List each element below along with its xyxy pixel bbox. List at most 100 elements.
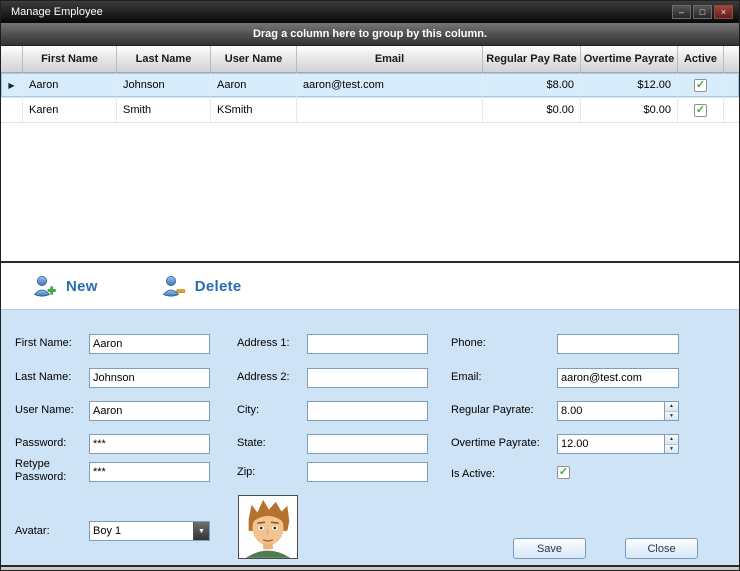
cell-first-name[interactable]: Karen bbox=[23, 98, 117, 122]
last-name-field[interactable] bbox=[89, 368, 210, 388]
cell-email[interactable] bbox=[297, 98, 483, 122]
new-button-label: New bbox=[66, 278, 98, 295]
regular-payrate-label: Regular Payrate: bbox=[451, 404, 534, 416]
new-employee-icon bbox=[31, 274, 57, 298]
cell-last-name[interactable]: Johnson bbox=[117, 73, 211, 97]
column-header-email[interactable]: Email bbox=[297, 46, 483, 72]
address2-label: Address 2: bbox=[237, 371, 290, 383]
spin-down-icon[interactable]: ▼ bbox=[665, 412, 678, 421]
spin-down-icon[interactable]: ▼ bbox=[665, 445, 678, 454]
state-field[interactable] bbox=[307, 434, 428, 454]
avatar-label: Avatar: bbox=[15, 525, 50, 537]
boy-avatar-illustration bbox=[239, 496, 297, 558]
overtime-payrate-field[interactable] bbox=[557, 434, 664, 454]
minimize-icon: – bbox=[679, 8, 684, 17]
avatar-dropdown[interactable]: Boy 1 ▼ bbox=[89, 521, 210, 541]
active-checkbox[interactable]: ✓ bbox=[694, 79, 707, 92]
row-filler bbox=[724, 73, 739, 97]
minimize-button[interactable]: – bbox=[672, 5, 691, 19]
cell-first-name[interactable]: Aaron bbox=[23, 73, 117, 97]
column-header-overtime-payrate[interactable]: Overtime Payrate bbox=[581, 46, 678, 72]
cell-user-name[interactable]: Aaron bbox=[211, 73, 297, 97]
column-header-active[interactable]: Active bbox=[678, 46, 724, 72]
window-bottom-edge bbox=[1, 567, 739, 570]
table-row-aaron[interactable]: ▶ Aaron Johnson Aaron aaron@test.com $8.… bbox=[1, 73, 739, 98]
password-field[interactable] bbox=[89, 434, 210, 454]
table-row-karen[interactable]: Karen Smith KSmith $0.00 $0.00 ✓ bbox=[1, 98, 739, 123]
check-icon: ✓ bbox=[559, 467, 568, 478]
overtime-payrate-stepper: ▲ ▼ bbox=[557, 434, 679, 454]
cell-last-name[interactable]: Smith bbox=[117, 98, 211, 122]
overtime-payrate-label: Overtime Payrate: bbox=[451, 437, 540, 449]
phone-label: Phone: bbox=[451, 337, 486, 349]
cell-regular-pay-rate[interactable]: $0.00 bbox=[483, 98, 581, 122]
row-filler bbox=[724, 98, 739, 122]
last-name-label: Last Name: bbox=[15, 371, 71, 383]
spin-up-icon[interactable]: ▲ bbox=[665, 402, 678, 412]
toolbar: New Delete bbox=[1, 263, 739, 309]
selected-row-arrow-icon: ▶ bbox=[8, 81, 14, 90]
city-field[interactable] bbox=[307, 401, 428, 421]
is-active-label: Is Active: bbox=[451, 468, 495, 480]
state-label: State: bbox=[237, 437, 266, 449]
first-name-label: First Name: bbox=[15, 337, 72, 349]
cell-user-name[interactable]: KSmith bbox=[211, 98, 297, 122]
manage-employee-window: Manage Employee – □ × Drag a column here… bbox=[0, 0, 740, 571]
group-by-bar[interactable]: Drag a column here to group by this colu… bbox=[1, 23, 739, 46]
retype-password-label: Retype Password: bbox=[15, 458, 70, 483]
close-button[interactable]: Close bbox=[625, 538, 698, 559]
column-header-regular-pay-rate[interactable]: Regular Pay Rate bbox=[483, 46, 581, 72]
phone-field[interactable] bbox=[557, 334, 679, 354]
city-label: City: bbox=[237, 404, 259, 416]
chevron-down-icon[interactable]: ▼ bbox=[193, 522, 209, 540]
password-label: Password: bbox=[15, 437, 66, 449]
is-active-checkbox[interactable]: ✓ bbox=[557, 466, 570, 479]
email-field[interactable] bbox=[557, 368, 679, 388]
check-icon: ✓ bbox=[696, 105, 705, 116]
column-header-filler bbox=[724, 46, 739, 72]
cell-email[interactable]: aaron@test.com bbox=[297, 73, 483, 97]
window-controls: – □ × bbox=[672, 5, 733, 19]
cell-active[interactable]: ✓ bbox=[678, 98, 724, 122]
maximize-icon: □ bbox=[700, 8, 705, 17]
new-button[interactable]: New bbox=[31, 274, 98, 298]
maximize-button[interactable]: □ bbox=[693, 5, 712, 19]
spin-up-icon[interactable]: ▲ bbox=[665, 435, 678, 445]
user-name-label: User Name: bbox=[15, 404, 74, 416]
delete-button[interactable]: Delete bbox=[160, 274, 242, 298]
cell-active[interactable]: ✓ bbox=[678, 73, 724, 97]
title-bar: Manage Employee – □ × bbox=[1, 1, 739, 23]
grid-header-row: First Name Last Name User Name Email Reg… bbox=[1, 46, 739, 73]
address1-label: Address 1: bbox=[237, 337, 290, 349]
retype-password-field[interactable] bbox=[89, 462, 210, 482]
column-header-first-name[interactable]: First Name bbox=[23, 46, 117, 72]
row-selector-cell: ▶ bbox=[1, 73, 23, 97]
column-header-last-name[interactable]: Last Name bbox=[117, 46, 211, 72]
regular-payrate-stepper: ▲ ▼ bbox=[557, 401, 679, 421]
delete-employee-icon bbox=[160, 274, 186, 298]
header-row-selector bbox=[1, 46, 23, 72]
column-header-user-name[interactable]: User Name bbox=[211, 46, 297, 72]
check-icon: ✓ bbox=[696, 80, 705, 91]
avatar-dropdown-value: Boy 1 bbox=[90, 522, 193, 540]
avatar-image bbox=[238, 495, 298, 559]
close-button[interactable]: × bbox=[714, 5, 733, 19]
active-checkbox[interactable]: ✓ bbox=[694, 104, 707, 117]
zip-label: Zip: bbox=[237, 466, 255, 478]
employee-grid: First Name Last Name User Name Email Reg… bbox=[1, 46, 739, 261]
employee-form: First Name: Last Name: User Name: Passwo… bbox=[1, 309, 739, 565]
lower-panel: New Delete First Name: bbox=[1, 261, 739, 567]
first-name-field[interactable] bbox=[89, 334, 210, 354]
cell-regular-pay-rate[interactable]: $8.00 bbox=[483, 73, 581, 97]
regular-payrate-field[interactable] bbox=[557, 401, 664, 421]
save-button[interactable]: Save bbox=[513, 538, 586, 559]
address1-field[interactable] bbox=[307, 334, 428, 354]
cell-overtime-payrate[interactable]: $0.00 bbox=[581, 98, 678, 122]
address2-field[interactable] bbox=[307, 368, 428, 388]
delete-button-label: Delete bbox=[195, 278, 242, 295]
zip-field[interactable] bbox=[307, 462, 428, 482]
cell-overtime-payrate[interactable]: $12.00 bbox=[581, 73, 678, 97]
user-name-field[interactable] bbox=[89, 401, 210, 421]
email-label: Email: bbox=[451, 371, 482, 383]
overtime-payrate-spin-buttons: ▲ ▼ bbox=[664, 434, 679, 454]
